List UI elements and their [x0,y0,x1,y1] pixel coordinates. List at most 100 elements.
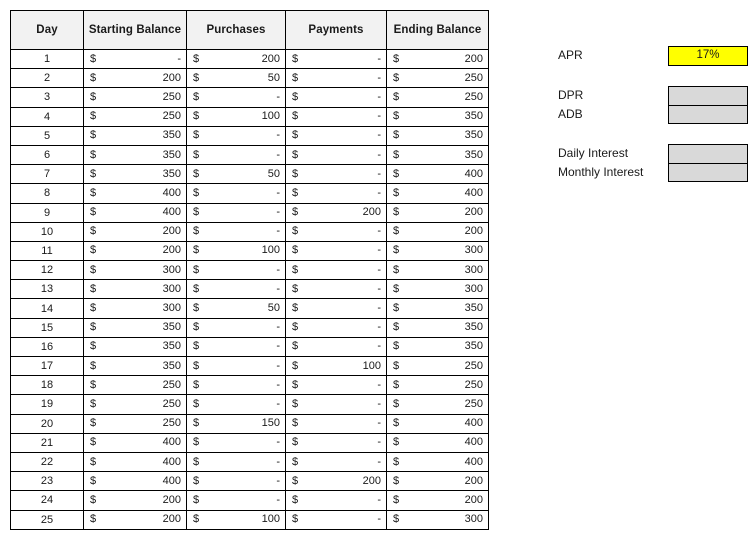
cell-payments[interactable]: $ - [285,48,387,70]
cell-purchases[interactable]: $100 [186,509,286,530]
cell-payments[interactable]: $ - [285,451,387,473]
cell-payments[interactable]: $ - [285,68,387,89]
cell-payments[interactable]: $ - [285,144,387,166]
cell-starting-balance[interactable]: $200 [83,509,187,530]
cell-payments[interactable]: $ - [285,432,387,453]
cell-starting-balance[interactable]: $400 [83,202,187,223]
cell-day[interactable]: 18 [10,375,84,396]
cell-starting-balance[interactable]: $200 [83,240,187,262]
cell-ending-balance[interactable]: $350 [386,317,489,338]
cell-ending-balance[interactable]: $200 [386,490,489,511]
dpr-value-cell[interactable] [669,87,747,106]
cell-day[interactable]: 6 [10,144,84,166]
cell-starting-balance[interactable]: $350 [83,355,187,377]
cell-day[interactable]: 8 [10,183,84,204]
cell-ending-balance[interactable]: $300 [386,279,489,300]
cell-ending-balance[interactable]: $350 [386,144,489,166]
cell-day[interactable]: 11 [10,240,84,262]
cell-purchases[interactable]: $ - [186,432,286,453]
cell-starting-balance[interactable]: $200 [83,68,187,89]
cell-ending-balance[interactable]: $250 [386,375,489,396]
cell-starting-balance[interactable]: $ - [83,48,187,70]
cell-purchases[interactable]: $ - [186,451,286,473]
cell-purchases[interactable]: $ - [186,336,286,358]
cell-day[interactable]: 2 [10,68,84,89]
cell-day[interactable]: 14 [10,298,84,319]
cell-payments[interactable]: $ - [285,490,387,511]
cell-day[interactable]: 15 [10,317,84,338]
cell-starting-balance[interactable]: $250 [83,87,187,108]
cell-ending-balance[interactable]: $200 [386,202,489,223]
cell-purchases[interactable]: $ - [186,221,286,242]
cell-starting-balance[interactable]: $350 [83,164,187,185]
cell-payments[interactable]: $100 [285,355,387,377]
cell-payments[interactable]: $200 [285,471,387,492]
cell-ending-balance[interactable]: $300 [386,509,489,530]
cell-ending-balance[interactable]: $400 [386,432,489,453]
cell-day[interactable]: 25 [10,509,84,530]
cell-purchases[interactable]: $ - [186,490,286,511]
adb-value-cell[interactable] [669,105,747,123]
cell-starting-balance[interactable]: $200 [83,490,187,511]
cell-day[interactable]: 17 [10,355,84,377]
cell-purchases[interactable]: $50 [186,298,286,319]
cell-purchases[interactable]: $ - [186,87,286,108]
cell-purchases[interactable]: $50 [186,164,286,185]
cell-starting-balance[interactable]: $400 [83,183,187,204]
cell-purchases[interactable]: $ - [186,355,286,377]
cell-purchases[interactable]: $ - [186,279,286,300]
cell-payments[interactable]: $ - [285,317,387,338]
cell-ending-balance[interactable]: $200 [386,48,489,70]
cell-payments[interactable]: $ - [285,375,387,396]
cell-purchases[interactable]: $200 [186,48,286,70]
cell-ending-balance[interactable]: $350 [386,298,489,319]
cell-ending-balance[interactable]: $350 [386,106,489,127]
daily-interest-value-cell[interactable] [669,145,747,164]
cell-ending-balance[interactable]: $250 [386,68,489,89]
cell-purchases[interactable]: $50 [186,68,286,89]
cell-starting-balance[interactable]: $350 [83,125,187,146]
cell-purchases[interactable]: $ - [186,144,286,166]
cell-payments[interactable]: $ - [285,164,387,185]
cell-starting-balance[interactable]: $250 [83,394,187,415]
cell-payments[interactable]: $ - [285,183,387,204]
cell-day[interactable]: 3 [10,87,84,108]
cell-purchases[interactable]: $100 [186,240,286,262]
cell-ending-balance[interactable]: $250 [386,355,489,377]
cell-starting-balance[interactable]: $300 [83,260,187,281]
cell-payments[interactable]: $ - [285,298,387,319]
cell-ending-balance[interactable]: $250 [386,394,489,415]
cell-payments[interactable]: $ - [285,336,387,358]
cell-purchases[interactable]: $ - [186,471,286,492]
cell-purchases[interactable]: $ - [186,125,286,146]
cell-ending-balance[interactable]: $300 [386,260,489,281]
cell-purchases[interactable]: $150 [186,413,286,434]
cell-day[interactable]: 23 [10,471,84,492]
cell-day[interactable]: 20 [10,413,84,434]
cell-ending-balance[interactable]: $350 [386,336,489,358]
cell-purchases[interactable]: $ - [186,317,286,338]
cell-starting-balance[interactable]: $400 [83,451,187,473]
cell-starting-balance[interactable]: $250 [83,413,187,434]
cell-starting-balance[interactable]: $350 [83,336,187,358]
cell-day[interactable]: 21 [10,432,84,453]
cell-ending-balance[interactable]: $400 [386,413,489,434]
cell-day[interactable]: 1 [10,48,84,70]
cell-starting-balance[interactable]: $250 [83,375,187,396]
cell-starting-balance[interactable]: $400 [83,432,187,453]
cell-starting-balance[interactable]: $300 [83,279,187,300]
apr-value-cell[interactable]: 17% [669,47,747,65]
cell-ending-balance[interactable]: $400 [386,164,489,185]
cell-ending-balance[interactable]: $300 [386,240,489,262]
cell-ending-balance[interactable]: $400 [386,451,489,473]
cell-payments[interactable]: $ - [285,394,387,415]
cell-starting-balance[interactable]: $350 [83,144,187,166]
cell-payments[interactable]: $ - [285,125,387,146]
cell-purchases[interactable]: $ - [186,375,286,396]
cell-day[interactable]: 13 [10,279,84,300]
monthly-interest-value-cell[interactable] [669,163,747,181]
cell-starting-balance[interactable]: $400 [83,471,187,492]
cell-payments[interactable]: $ - [285,509,387,530]
cell-ending-balance[interactable]: $400 [386,183,489,204]
cell-day[interactable]: 10 [10,221,84,242]
